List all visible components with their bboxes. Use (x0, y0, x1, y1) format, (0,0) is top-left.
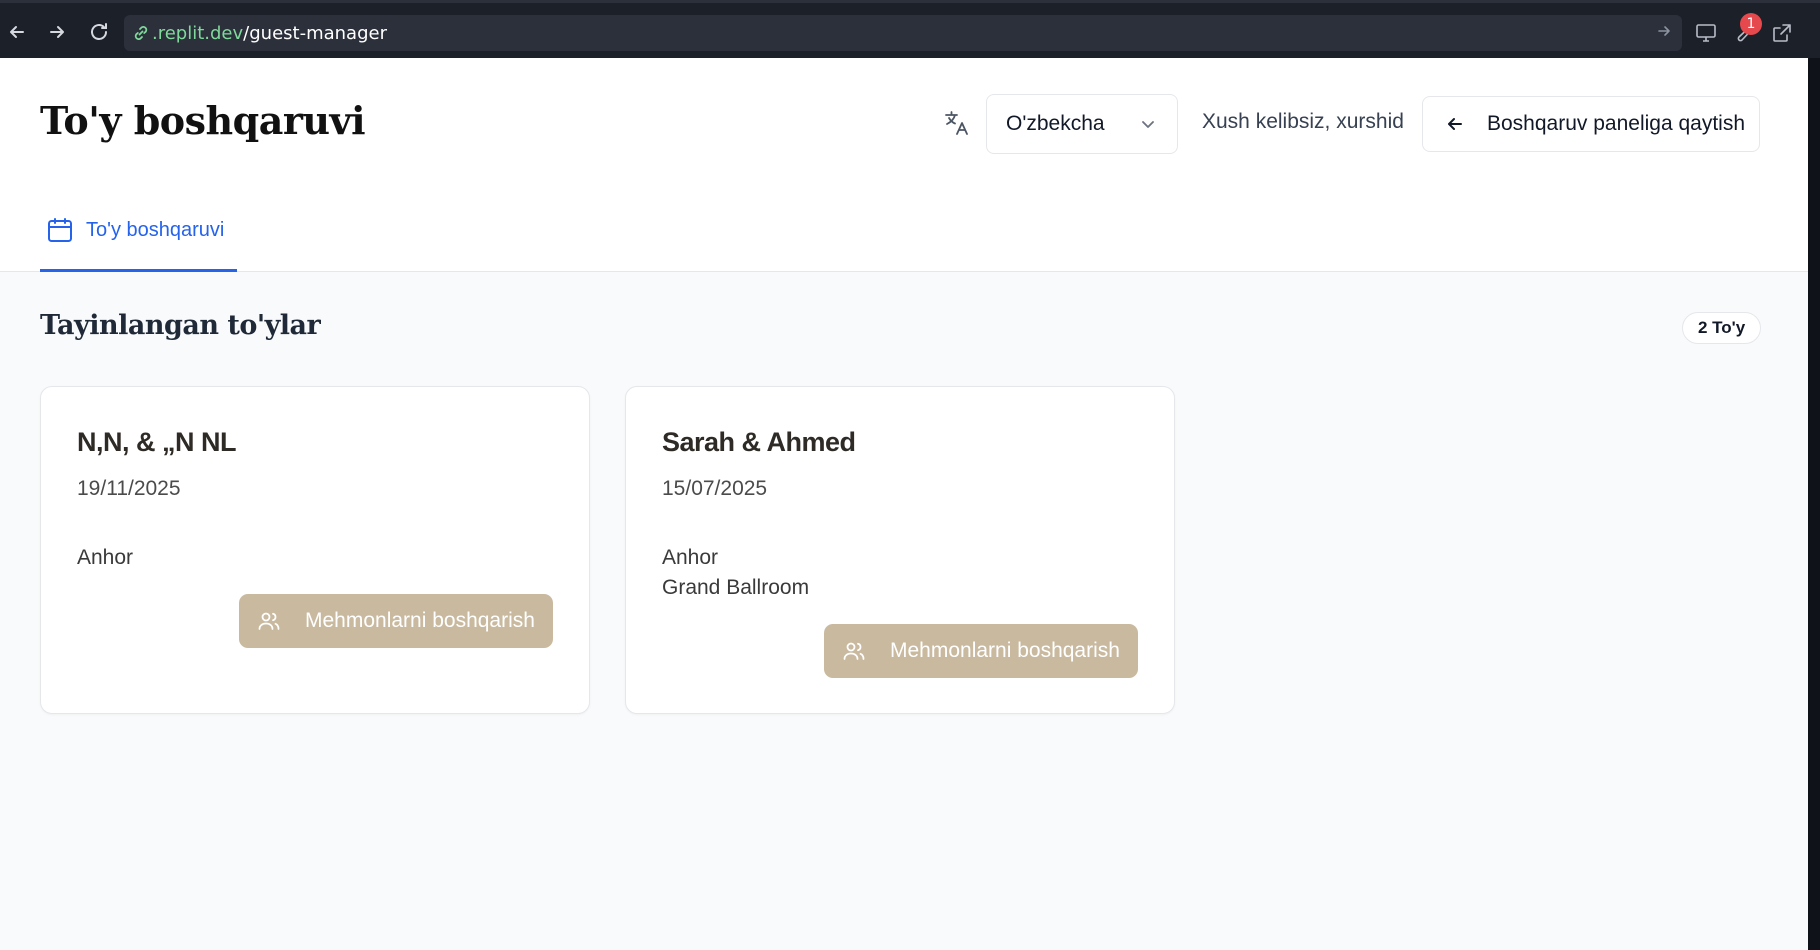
browser-toolbar: .replit.dev/guest-manager 1 (0, 0, 1820, 58)
window-edge (1808, 58, 1820, 950)
users-icon (842, 639, 866, 663)
wedding-date: 15/07/2025 (662, 477, 768, 500)
venue-line: Anhor (77, 546, 134, 569)
manage-guests-label: Mehmonlarni boshqarish (305, 609, 535, 632)
address-bar[interactable]: .replit.dev/guest-manager (124, 15, 1682, 51)
link-icon (132, 24, 150, 42)
welcome-text: Xush kelibsiz, xurshid (1202, 110, 1404, 133)
forward-arrow-icon[interactable] (42, 17, 72, 47)
manage-guests-label: Mehmonlarni boshqarish (890, 639, 1120, 662)
language-select[interactable]: O'zbekcha (986, 94, 1178, 154)
wedding-count-badge: 2 To'y (1682, 312, 1762, 344)
wedding-date: 19/11/2025 (77, 477, 181, 500)
translate-icon (942, 108, 972, 138)
app-header: To'y boshqaruvi O'zbekcha Xush kelibsiz,… (0, 58, 1808, 272)
app-viewport: To'y boshqaruvi O'zbekcha Xush kelibsiz,… (0, 58, 1808, 950)
venue-line: Grand Ballroom (662, 576, 810, 599)
back-to-dashboard-button[interactable]: Boshqaruv paneliga qaytish (1422, 96, 1760, 152)
monitor-icon[interactable] (1692, 19, 1720, 47)
manage-guests-button[interactable]: Mehmonlarni boshqarish (239, 594, 553, 648)
venue-line: Anhor (662, 546, 719, 569)
url-path: /guest-manager (243, 22, 387, 44)
wedding-card: N,N, & „N NL 19/11/2025 Anhor Mehmonlarn… (40, 386, 590, 714)
users-icon (257, 609, 281, 633)
chevron-down-icon (1139, 115, 1157, 139)
wedding-venue: Anhor (77, 543, 133, 573)
tab-label: To'y boshqaruvi (86, 219, 225, 241)
url-host: .replit.dev (152, 22, 244, 44)
wedding-venue: Anhor Grand Ballroom (662, 543, 809, 603)
tab-wedding-management[interactable]: To'y boshqaruvi (40, 202, 237, 272)
section-title: Tayinlangan to'ylar (40, 310, 321, 341)
page-title: To'y boshqaruvi (40, 98, 366, 143)
back-to-dashboard-label: Boshqaruv paneliga qaytish (1487, 112, 1746, 135)
external-link-icon[interactable] (1768, 19, 1796, 47)
calendar-icon (46, 216, 74, 244)
reload-icon[interactable] (84, 17, 114, 47)
wedding-couple-name: N,N, & „N NL (77, 427, 237, 457)
manage-guests-button[interactable]: Mehmonlarni boshqarish (824, 624, 1138, 678)
back-arrow-icon[interactable] (2, 17, 32, 47)
wedding-couple-name: Sarah & Ahmed (662, 427, 856, 457)
language-select-value: O'zbekcha (1006, 112, 1105, 135)
go-arrow-icon[interactable] (1656, 23, 1672, 44)
wedding-card: Sarah & Ahmed 15/07/2025 Anhor Grand Bal… (625, 386, 1175, 714)
notification-badge: 1 (1740, 13, 1762, 35)
arrow-left-icon (1445, 114, 1465, 134)
